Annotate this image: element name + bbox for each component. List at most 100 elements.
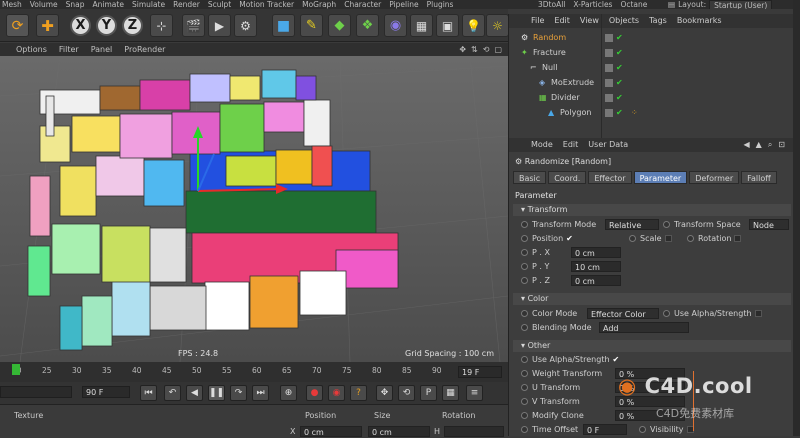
fracture-block[interactable] <box>119 113 173 159</box>
timeline-end-field[interactable]: 19 F <box>458 366 502 378</box>
obj-menu-bookmarks[interactable]: Bookmarks <box>677 14 722 28</box>
step-back-button[interactable]: ◀ <box>186 385 203 401</box>
transform-mode-select[interactable]: Relative <box>605 219 659 230</box>
fracture-block[interactable] <box>219 103 265 153</box>
zoom-icon[interactable]: ⇅ <box>471 43 478 56</box>
object-visibility-toggles[interactable]: ✔ <box>605 106 623 120</box>
keyframe-dot[interactable] <box>521 324 528 331</box>
autokey-button[interactable]: ◉ <box>328 385 345 401</box>
fracture-block[interactable] <box>101 225 151 283</box>
obj-menu-view[interactable]: View <box>580 14 599 28</box>
fracture-block[interactable] <box>81 295 113 347</box>
object-visibility-toggles[interactable]: ✔ <box>605 31 623 45</box>
menu-x-particles[interactable]: X-Particles <box>573 0 612 9</box>
fracture-block[interactable] <box>51 223 101 275</box>
keyframe-dot[interactable] <box>521 249 528 256</box>
fracture-block[interactable] <box>261 69 297 99</box>
blending-mode-select[interactable]: Add <box>599 322 689 333</box>
z-axis-lock[interactable]: Z <box>122 15 143 36</box>
fracture-block[interactable] <box>27 245 51 297</box>
cube-button[interactable]: ■ <box>272 14 295 37</box>
obj-menu-edit[interactable]: Edit <box>554 14 570 28</box>
px-field[interactable]: 0 cm <box>571 247 621 258</box>
fracture-block[interactable] <box>249 275 299 329</box>
y-axis-lock[interactable]: Y <box>96 15 117 36</box>
play-pause-button[interactable]: ❚❚ <box>208 385 225 401</box>
fracture-block[interactable] <box>143 159 185 207</box>
menu-simulate[interactable]: Simulate <box>132 0 165 9</box>
key-position-button[interactable]: ✥ <box>376 385 393 401</box>
key-param-button[interactable]: P <box>420 385 437 401</box>
color-section-header[interactable]: ▾ Color <box>513 293 791 305</box>
keyframe-dot[interactable] <box>521 235 528 242</box>
viewport-menu-options[interactable]: Options <box>16 43 47 56</box>
keyframe-dot[interactable] <box>521 221 528 228</box>
fracture-block[interactable] <box>71 115 121 153</box>
maximize-icon[interactable]: ▢ <box>494 43 502 56</box>
pen-button[interactable]: ✎ <box>300 14 323 37</box>
fracture-block[interactable] <box>185 190 377 234</box>
end-frame-field[interactable]: 90 F <box>82 386 130 398</box>
menu-character[interactable]: Character <box>344 0 381 9</box>
rotation-checkbox[interactable] <box>734 235 742 242</box>
keyframe-dot[interactable] <box>521 398 528 405</box>
obj-menu-file[interactable]: File <box>531 14 544 28</box>
keyframe-dot[interactable] <box>521 412 528 419</box>
menu-render[interactable]: Render <box>173 0 200 9</box>
py-field[interactable]: 10 cm <box>571 261 621 272</box>
object-row[interactable]: ⚙ Random ✔ <box>509 31 794 45</box>
coord-x-position[interactable]: 0 cm <box>300 426 362 437</box>
object-visibility-toggles[interactable]: ✔ <box>605 61 623 75</box>
fracture-block[interactable] <box>149 285 207 331</box>
tab-deformer[interactable]: Deformer <box>689 171 740 184</box>
attr-menu-mode[interactable]: Mode <box>531 138 553 152</box>
fracture-block[interactable] <box>39 125 71 163</box>
menu-motion-tracker[interactable]: Motion Tracker <box>239 0 294 9</box>
render-view-button[interactable]: ▶ <box>208 14 231 37</box>
position-checkbox[interactable]: ✔ <box>566 234 573 243</box>
fracture-block[interactable] <box>189 73 231 103</box>
keyframe-dot[interactable] <box>521 356 528 363</box>
viewport-menu-panel[interactable]: Panel <box>91 43 113 56</box>
fracture-block[interactable] <box>229 75 261 101</box>
keyframe-dot[interactable] <box>521 370 528 377</box>
scene-button[interactable]: ▦ <box>410 14 433 37</box>
fracture-block[interactable] <box>59 165 97 217</box>
keyframe-dot[interactable] <box>521 310 528 317</box>
scale-checkbox[interactable] <box>664 235 672 242</box>
color-mode-select[interactable]: Effector Color <box>587 308 659 319</box>
go-end-button[interactable]: ⏭ <box>252 385 269 401</box>
menu-animate[interactable]: Animate <box>93 0 124 9</box>
fracture-block[interactable] <box>299 270 347 316</box>
object-row[interactable]: ▦ Divider ✔ <box>509 91 794 105</box>
attr-menu-edit[interactable]: Edit <box>563 138 579 152</box>
fracture-block[interactable] <box>99 85 141 111</box>
layout-select[interactable]: Startup (User) <box>709 0 773 9</box>
render-settings-button[interactable]: ⚙ <box>234 14 257 37</box>
key-button[interactable]: ? <box>350 385 367 401</box>
keyframe-dot[interactable] <box>663 310 670 317</box>
other-section-header[interactable]: ▾ Other <box>513 340 791 352</box>
fracture-block[interactable] <box>111 279 151 337</box>
array-button[interactable]: ❖ <box>356 14 379 37</box>
fracture-block[interactable] <box>45 95 55 137</box>
obj-menu-objects[interactable]: Objects <box>609 14 639 28</box>
key-rotation-button[interactable]: ⟲ <box>398 385 415 401</box>
tab-parameter[interactable]: Parameter <box>633 171 688 184</box>
keyframe-dot[interactable] <box>521 384 528 391</box>
loop-button[interactable]: ⊕ <box>280 385 297 401</box>
object-visibility-toggles[interactable]: ✔ <box>605 76 623 90</box>
search-icon[interactable]: ⌕ <box>768 138 772 152</box>
rotate-icon[interactable]: ⟲ <box>483 43 490 56</box>
transform-section-header[interactable]: ▾ Transform <box>513 204 791 216</box>
fracture-block[interactable] <box>303 99 331 147</box>
timeline-playhead[interactable] <box>12 364 20 375</box>
undo-button[interactable]: ⟳ <box>6 14 29 37</box>
color-use-alpha-checkbox[interactable] <box>754 310 762 317</box>
python-button[interactable]: ☼ <box>486 14 509 37</box>
keyframe-dot[interactable] <box>521 426 528 433</box>
viewport-menu-filter[interactable]: Filter <box>59 43 79 56</box>
timeline[interactable]: 202530354045505560657075808590 19 F <box>0 362 508 382</box>
keyframe-dot[interactable] <box>629 235 636 242</box>
record-button[interactable]: ● <box>306 385 323 401</box>
